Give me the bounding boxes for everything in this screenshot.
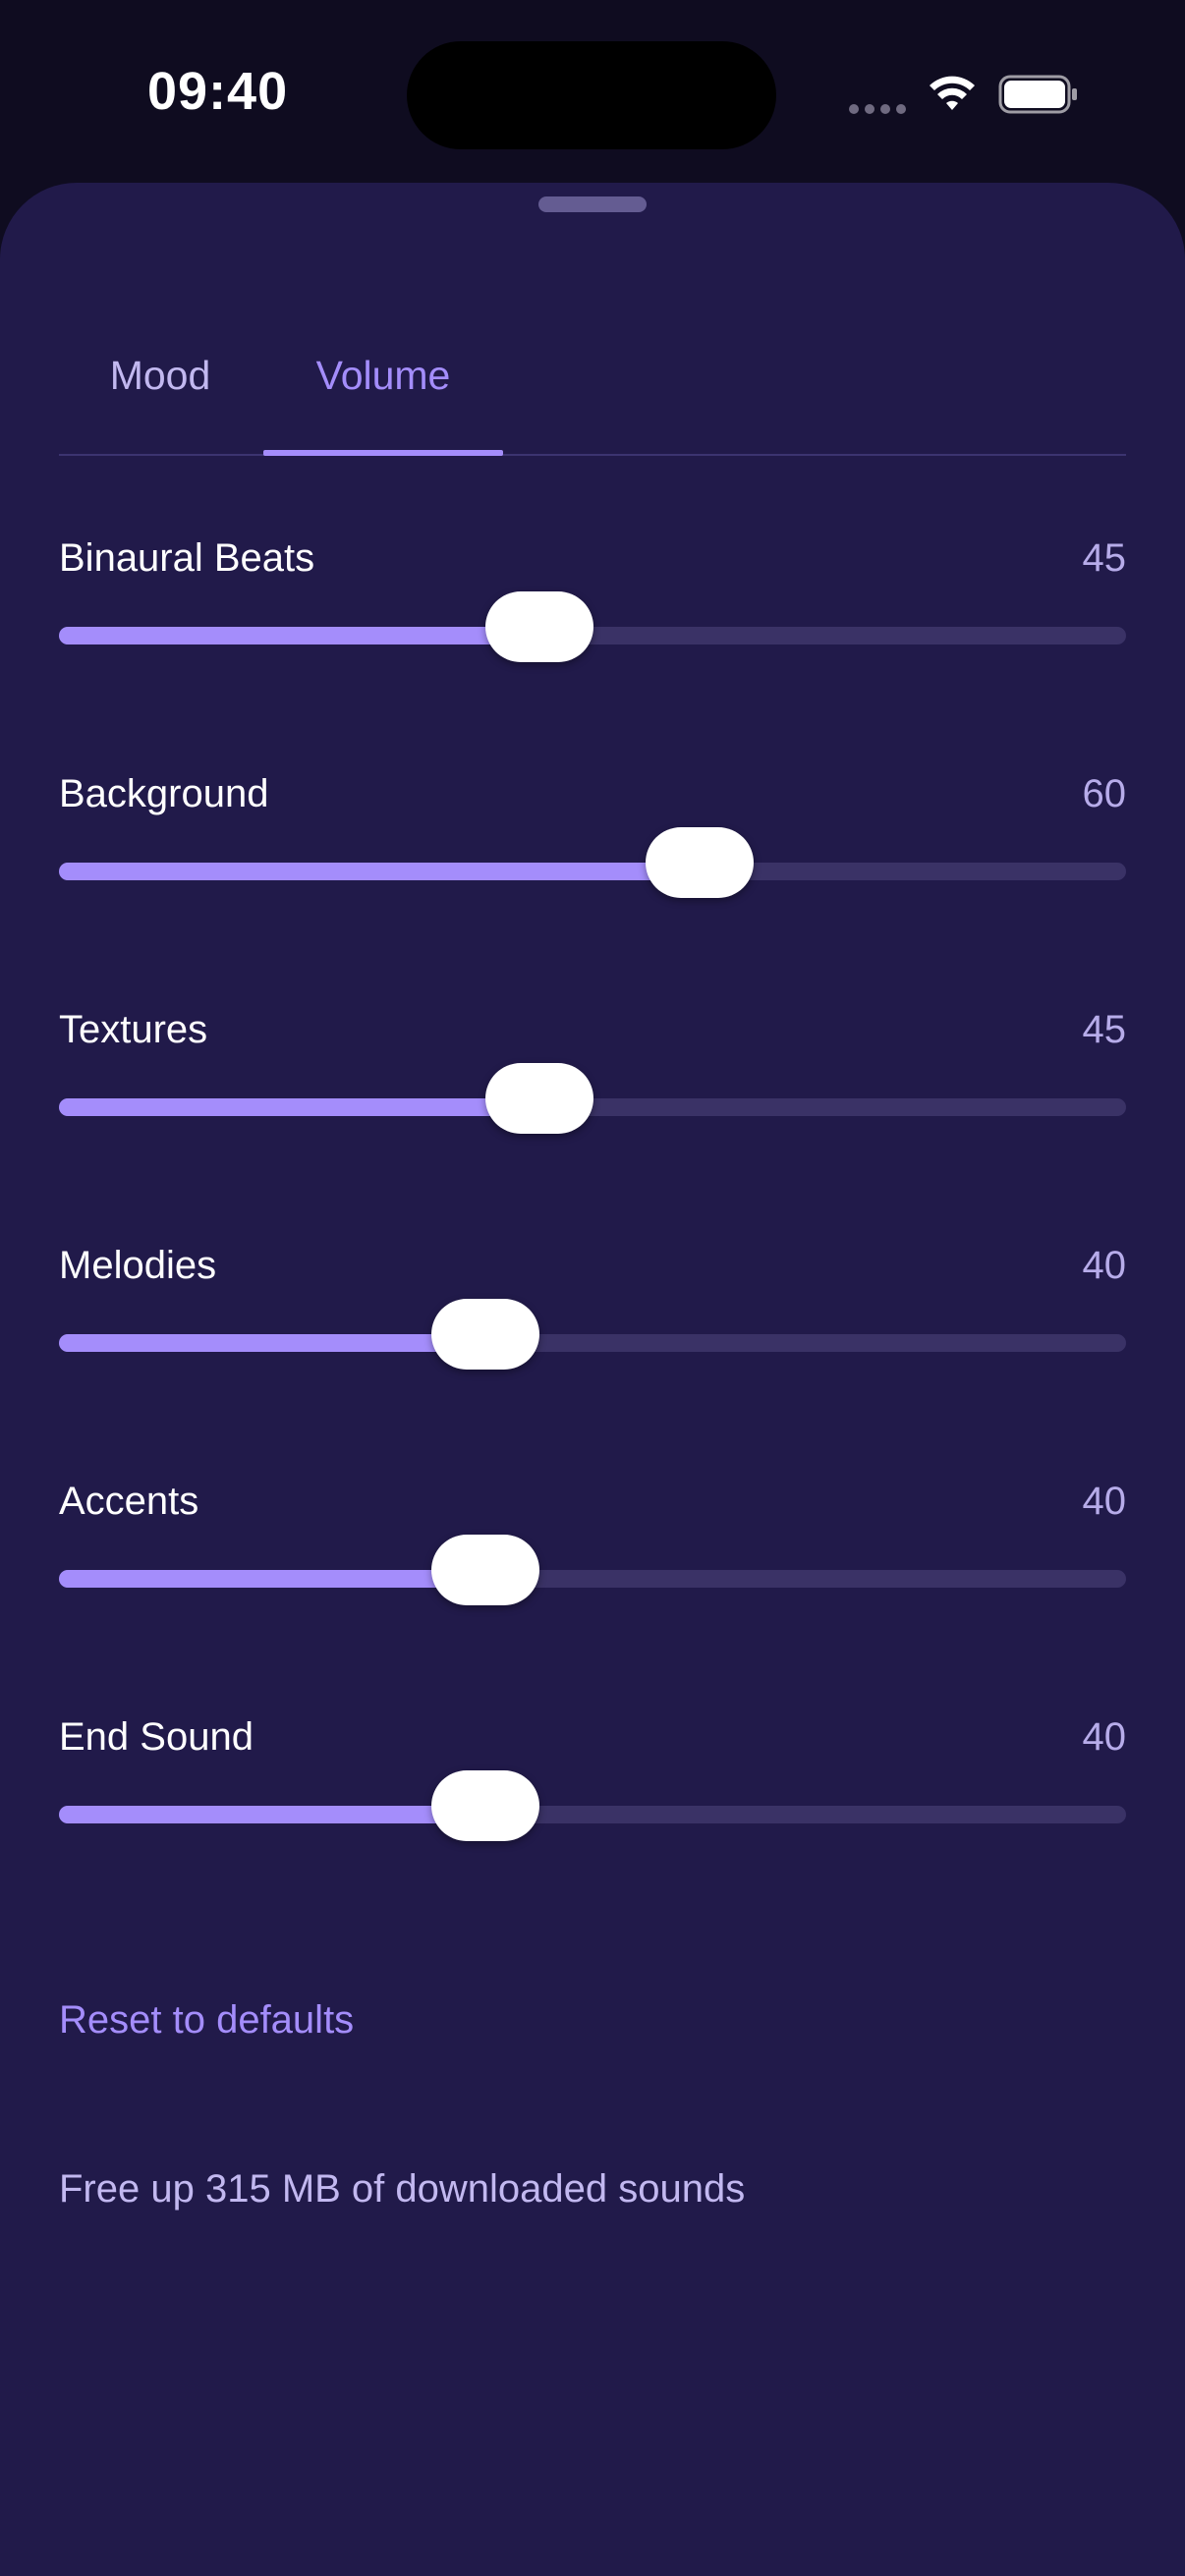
slider-thumb[interactable] xyxy=(645,827,754,898)
melodies-slider[interactable] xyxy=(59,1299,1126,1370)
slider-thumb[interactable] xyxy=(431,1299,540,1370)
cellular-signal-icon xyxy=(849,104,908,114)
textures-slider[interactable] xyxy=(59,1063,1126,1134)
tab-mood[interactable]: Mood xyxy=(59,344,261,452)
slider-fill xyxy=(59,863,700,880)
slider-value: 40 xyxy=(1082,1244,1127,1287)
slider-label: Melodies xyxy=(59,1244,217,1287)
slider-value: 40 xyxy=(1082,1715,1127,1759)
end-sound-slider[interactable] xyxy=(59,1770,1126,1841)
slider-thumb[interactable] xyxy=(484,591,593,662)
volume-sheet: Mood Volume Binaural Beats 45 Background… xyxy=(0,183,1185,2576)
slider-fill xyxy=(59,1098,539,1116)
tab-volume[interactable]: Volume xyxy=(263,344,503,452)
slider-value: 60 xyxy=(1082,772,1127,815)
slider-value: 40 xyxy=(1082,1480,1127,1523)
slider-fill xyxy=(59,1806,486,1823)
slider-label: Binaural Beats xyxy=(59,536,315,580)
free-up-storage-button[interactable]: Free up 315 MB of downloaded sounds xyxy=(59,2159,745,2218)
slider-thumb[interactable] xyxy=(484,1063,593,1134)
tab-bar: Mood Volume xyxy=(59,344,1126,456)
status-time: 09:40 xyxy=(147,62,289,121)
dynamic-island xyxy=(407,41,776,149)
slider-thumb[interactable] xyxy=(431,1535,540,1605)
reset-to-defaults-button[interactable]: Reset to defaults xyxy=(59,1990,354,2049)
tab-selected-indicator xyxy=(263,450,503,456)
slider-fill xyxy=(59,1334,486,1352)
slider-fill xyxy=(59,627,539,644)
slider-row-textures: Textures 45 xyxy=(59,1000,1126,1197)
slider-fill xyxy=(59,1570,486,1588)
slider-label: Textures xyxy=(59,1008,208,1051)
slider-thumb[interactable] xyxy=(431,1770,540,1841)
slider-value: 45 xyxy=(1082,536,1127,580)
slider-label: Background xyxy=(59,772,269,815)
slider-label: Accents xyxy=(59,1480,199,1523)
slider-value: 45 xyxy=(1082,1008,1127,1051)
slider-row-melodies: Melodies 40 xyxy=(59,1236,1126,1432)
battery-icon xyxy=(998,75,1077,114)
binaural-beats-slider[interactable] xyxy=(59,591,1126,662)
slider-row-background: Background 60 xyxy=(59,764,1126,961)
slider-label: End Sound xyxy=(59,1715,254,1759)
slider-row-binaural-beats: Binaural Beats 45 xyxy=(59,529,1126,725)
accents-slider[interactable] xyxy=(59,1535,1126,1605)
wifi-icon xyxy=(930,76,975,110)
sheet-grabber[interactable] xyxy=(538,196,647,212)
status-bar: 09:40 xyxy=(0,0,1185,187)
screen: 09:40 Mood Volume Binaural Beats 45 Back… xyxy=(0,0,1185,2576)
slider-row-end-sound: End Sound 40 xyxy=(59,1708,1126,1904)
slider-row-accents: Accents 40 xyxy=(59,1472,1126,1668)
background-slider[interactable] xyxy=(59,827,1126,898)
